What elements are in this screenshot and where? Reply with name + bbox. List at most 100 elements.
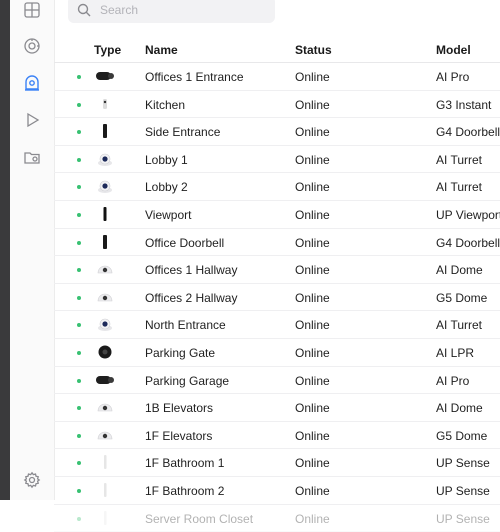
search-input[interactable] bbox=[98, 2, 272, 18]
device-name: Office Doorbell bbox=[145, 236, 224, 250]
device-name: 1F Elevators bbox=[145, 429, 212, 443]
turret-camera-icon bbox=[94, 150, 116, 168]
sensor-icon bbox=[94, 509, 116, 527]
table-row[interactable]: Offices 2 HallwayOnlineG5 Dome bbox=[54, 284, 500, 312]
status-dot bbox=[77, 213, 81, 217]
device-status: Online bbox=[295, 125, 330, 139]
device-name: Side Entrance bbox=[145, 125, 220, 139]
device-model: UP Sense bbox=[436, 484, 490, 498]
table-row[interactable]: Side Entrance Online G4 Doorbell bbox=[54, 118, 500, 146]
folder-icon[interactable] bbox=[22, 147, 42, 167]
table-row[interactable]: Lobby 2OnlineAI Turret bbox=[54, 173, 500, 201]
device-model: G5 Dome bbox=[436, 429, 487, 443]
device-name: 1F Bathroom 2 bbox=[145, 484, 224, 498]
lpr-camera-icon bbox=[94, 343, 116, 361]
column-header-status[interactable]: Status bbox=[295, 43, 332, 57]
device-name: Lobby 1 bbox=[145, 153, 188, 167]
table-row[interactable]: Lobby 1OnlineAI Turret bbox=[54, 146, 500, 174]
search-bar[interactable] bbox=[68, 0, 275, 23]
table-row[interactable]: 1F Bathroom 1OnlineUP Sense bbox=[54, 449, 500, 477]
table-row[interactable]: 1F Elevators Online G5 Dome bbox=[54, 422, 500, 450]
table-row[interactable]: Parking GarageOnlineAI Pro bbox=[54, 367, 500, 395]
status-dot bbox=[77, 241, 81, 245]
table-body: Offices 1 EntranceOnlineAI ProKitchenOnl… bbox=[54, 63, 500, 532]
status-dot bbox=[77, 103, 81, 107]
device-name: Offices 1 Hallway bbox=[145, 263, 237, 277]
device-status: Online bbox=[295, 153, 330, 167]
device-status: Online bbox=[295, 456, 330, 470]
status-dot bbox=[77, 185, 81, 189]
table-row[interactable]: Server Room Closet Online UP Sense bbox=[54, 505, 500, 532]
window-bezel bbox=[0, 0, 10, 500]
device-name: North Entrance bbox=[145, 318, 226, 332]
device-status: Online bbox=[295, 374, 330, 388]
device-status: Online bbox=[295, 512, 330, 526]
device-name: Offices 2 Hallway bbox=[145, 291, 237, 305]
turret-camera-icon bbox=[94, 177, 116, 195]
status-dot bbox=[77, 268, 81, 272]
viewport-icon bbox=[94, 205, 116, 223]
table-row[interactable]: Office DoorbellOnlineG4 Doorbell bbox=[54, 229, 500, 257]
sidebar bbox=[10, 0, 55, 500]
dome-camera-icon bbox=[94, 398, 116, 416]
device-status: Online bbox=[295, 318, 330, 332]
device-model: G4 Doorbell bbox=[436, 236, 500, 250]
status-dot bbox=[77, 489, 81, 493]
table-row[interactable]: KitchenOnlineG3 Instant bbox=[54, 91, 500, 119]
device-status: Online bbox=[295, 484, 330, 498]
table-header: Type Name Status Model bbox=[54, 36, 500, 63]
bullet-camera-icon bbox=[94, 67, 116, 85]
instant-camera-icon bbox=[94, 95, 116, 113]
table-row[interactable]: 1F Bathroom 2 Online UP Sense bbox=[54, 477, 500, 505]
search-icon bbox=[77, 3, 91, 17]
status-dot bbox=[77, 379, 81, 383]
grid-icon[interactable] bbox=[22, 0, 42, 20]
device-name: Parking Gate bbox=[145, 346, 215, 360]
table-row[interactable]: Offices 1 HallwayOnlineAI Dome bbox=[54, 256, 500, 284]
device-model: AI Pro bbox=[436, 70, 469, 84]
gear-icon[interactable] bbox=[22, 470, 42, 490]
dome-camera-icon bbox=[94, 260, 116, 278]
device-model: AI Turret bbox=[436, 318, 482, 332]
status-dot bbox=[77, 517, 81, 521]
column-header-name[interactable]: Name bbox=[145, 43, 178, 57]
device-name: Server Room Closet bbox=[145, 512, 253, 526]
devices-icon[interactable] bbox=[22, 73, 42, 93]
device-status: Online bbox=[295, 208, 330, 222]
column-header-model[interactable]: Model bbox=[436, 43, 471, 57]
column-header-type[interactable]: Type bbox=[94, 43, 121, 57]
status-dot bbox=[77, 130, 81, 134]
dome-camera-icon bbox=[94, 288, 116, 306]
device-name: Offices 1 Entrance bbox=[145, 70, 244, 84]
device-model: G3 Instant bbox=[436, 98, 491, 112]
table-row[interactable]: Offices 1 Entrance Online AI Pro bbox=[54, 63, 500, 91]
table-row[interactable]: Parking GateOnlineAI LPR bbox=[54, 339, 500, 367]
device-status: Online bbox=[295, 291, 330, 305]
camera-settings-icon[interactable] bbox=[22, 36, 42, 56]
table-row[interactable]: North Entrance Online AI Turret bbox=[54, 311, 500, 339]
status-dot bbox=[77, 296, 81, 300]
device-name: Viewport bbox=[145, 208, 191, 222]
play-icon[interactable] bbox=[22, 110, 42, 130]
device-model: AI Dome bbox=[436, 401, 483, 415]
device-model: G4 Doorbell bbox=[436, 125, 500, 139]
bullet-camera-icon bbox=[94, 371, 116, 389]
device-status: Online bbox=[295, 263, 330, 277]
device-name: Lobby 2 bbox=[145, 180, 188, 194]
turret-camera-icon bbox=[94, 315, 116, 333]
device-model: AI Turret bbox=[436, 180, 482, 194]
device-name: 1F Bathroom 1 bbox=[145, 456, 224, 470]
status-dot bbox=[77, 461, 81, 465]
device-model: UP Sense bbox=[436, 512, 490, 526]
device-status: Online bbox=[295, 429, 330, 443]
sensor-icon bbox=[94, 481, 116, 499]
device-name: Kitchen bbox=[145, 98, 185, 112]
device-name: 1B Elevators bbox=[145, 401, 213, 415]
table-row[interactable]: 1B ElevatorsOnlineAI Dome bbox=[54, 394, 500, 422]
status-dot bbox=[77, 351, 81, 355]
doorbell-icon bbox=[94, 122, 116, 140]
device-status: Online bbox=[295, 70, 330, 84]
device-model: AI LPR bbox=[436, 346, 474, 360]
table-row[interactable]: ViewportOnlineUP Viewport bbox=[54, 201, 500, 229]
status-dot bbox=[77, 158, 81, 162]
